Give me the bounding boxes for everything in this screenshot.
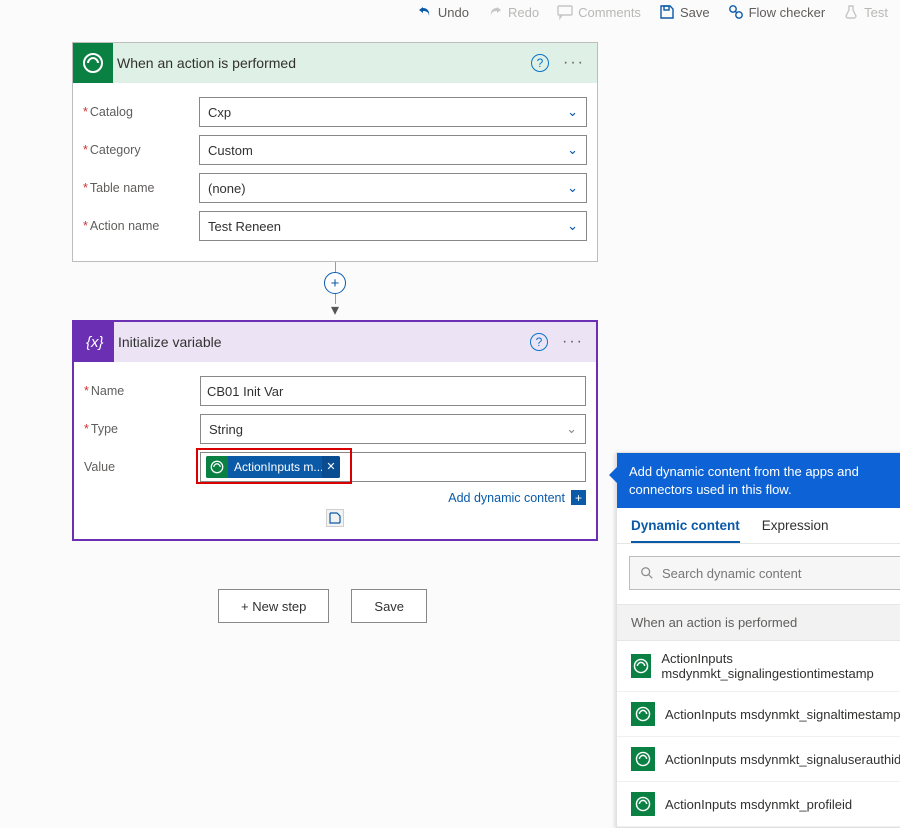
table-label: Table name: [90, 181, 155, 195]
more-icon[interactable]: ···: [562, 333, 584, 351]
catalog-dropdown[interactable]: Cxp ⌄: [199, 97, 587, 127]
top-toolbar: Undo Redo Comments Save Flow checker Tes…: [0, 0, 900, 26]
init-var-card: Initialize variable ? ··· *Name CB01 Ini…: [72, 320, 598, 541]
plus-icon: +: [571, 490, 586, 505]
search-placeholder: Search dynamic content: [662, 566, 801, 581]
init-var-header[interactable]: Initialize variable ? ···: [74, 322, 596, 362]
name-input[interactable]: CB01 Init Var: [200, 376, 586, 406]
help-icon[interactable]: ?: [531, 54, 549, 72]
panel-caret: [609, 467, 617, 483]
dc-search-input[interactable]: Search dynamic content: [629, 556, 900, 590]
dataverse-icon: [631, 654, 651, 678]
redo-label: Redo: [508, 5, 539, 20]
category-value: Custom: [208, 143, 253, 158]
dc-item-label: ActionInputs msdynmkt_signaluserauthid: [665, 752, 900, 767]
dc-item[interactable]: ActionInputs msdynmkt_signaltimestamp: [617, 692, 900, 737]
type-label: Type: [91, 422, 118, 436]
type-dropdown[interactable]: String ⌄: [200, 414, 586, 444]
chevron-down-icon: ⌄: [566, 421, 577, 437]
name-value: CB01 Init Var: [207, 384, 283, 399]
search-icon: [640, 566, 654, 580]
trigger-title: When an action is performed: [113, 55, 531, 71]
chevron-down-icon: ⌄: [567, 104, 578, 120]
flow-checker-label: Flow checker: [749, 5, 826, 20]
trigger-header[interactable]: When an action is performed ? ···: [73, 43, 597, 83]
save-button-toolbar[interactable]: Save: [659, 4, 710, 20]
dataverse-icon: [631, 747, 655, 771]
type-value: String: [209, 422, 243, 437]
connector: + ▾: [72, 262, 598, 320]
action-value: Test Reneen: [208, 219, 281, 234]
tab-expression[interactable]: Expression: [762, 518, 829, 543]
chevron-down-icon: ⌄: [567, 180, 578, 196]
token-text: ActionInputs m...: [228, 460, 322, 474]
chevron-down-icon: ⌄: [567, 142, 578, 158]
table-dropdown[interactable]: (none) ⌄: [199, 173, 587, 203]
dc-item[interactable]: ActionInputs msdynmkt_signalingestiontim…: [617, 641, 900, 692]
new-step-button[interactable]: + New step: [218, 589, 329, 623]
category-dropdown[interactable]: Custom ⌄: [199, 135, 587, 165]
flow-checker-button[interactable]: Flow checker: [728, 4, 826, 20]
name-label: Name: [91, 384, 124, 398]
dc-item-label: ActionInputs msdynmkt_signaltimestamp: [665, 707, 900, 722]
undo-button[interactable]: Undo: [417, 4, 469, 20]
comments-button: Comments: [557, 4, 641, 20]
dataverse-icon: [206, 456, 228, 478]
dc-item-label: ActionInputs msdynmkt_signalingestiontim…: [661, 651, 900, 681]
init-var-title: Initialize variable: [114, 334, 530, 350]
undo-label: Undo: [438, 5, 469, 20]
dataverse-icon: [73, 43, 113, 83]
variable-icon: [74, 322, 114, 362]
dynamic-token[interactable]: ActionInputs m... ✕: [206, 456, 340, 478]
dc-item-label: ActionInputs msdynmkt_profileid: [665, 797, 852, 812]
dc-group-header: When an action is performed: [617, 604, 900, 641]
add-dynamic-content-link[interactable]: Add dynamic content +: [84, 490, 586, 505]
save-label-bottom: Save: [374, 599, 404, 614]
dc-item[interactable]: ActionInputs msdynmkt_profileid: [617, 782, 900, 827]
comments-label: Comments: [578, 5, 641, 20]
catalog-label: Catalog: [90, 105, 133, 119]
redo-button: Redo: [487, 4, 539, 20]
dynamic-content-panel: Add dynamic content from the apps and co…: [616, 452, 900, 828]
value-input[interactable]: ActionInputs m... ✕: [200, 452, 586, 482]
action-dropdown[interactable]: Test Reneen ⌄: [199, 211, 587, 241]
value-label: Value: [84, 460, 115, 474]
catalog-value: Cxp: [208, 105, 231, 120]
save-button[interactable]: Save: [351, 589, 427, 623]
test-label: Test: [864, 5, 888, 20]
action-label: Action name: [90, 219, 159, 233]
trigger-card: When an action is performed ? ··· *Catal…: [72, 42, 598, 262]
test-button: Test: [843, 4, 888, 20]
chevron-down-icon: ⌄: [567, 218, 578, 234]
dataverse-icon: [631, 792, 655, 816]
help-icon[interactable]: ?: [530, 333, 548, 351]
dc-item[interactable]: ActionInputs msdynmkt_signaluserauthid: [617, 737, 900, 782]
peek-code-icon[interactable]: [326, 509, 344, 527]
insert-step-button[interactable]: +: [324, 272, 346, 294]
tab-dynamic-content[interactable]: Dynamic content: [631, 518, 740, 543]
table-value: (none): [208, 181, 246, 196]
remove-token-button[interactable]: ✕: [322, 456, 340, 478]
category-label: Category: [90, 143, 141, 157]
dataverse-icon: [631, 702, 655, 726]
arrow-down-icon: ▾: [331, 300, 339, 320]
new-step-label: + New step: [241, 599, 306, 614]
more-icon[interactable]: ···: [563, 54, 585, 72]
dc-hint: Add dynamic content from the apps and co…: [617, 453, 900, 508]
save-label: Save: [680, 5, 710, 20]
add-dc-text: Add dynamic content: [448, 491, 565, 505]
